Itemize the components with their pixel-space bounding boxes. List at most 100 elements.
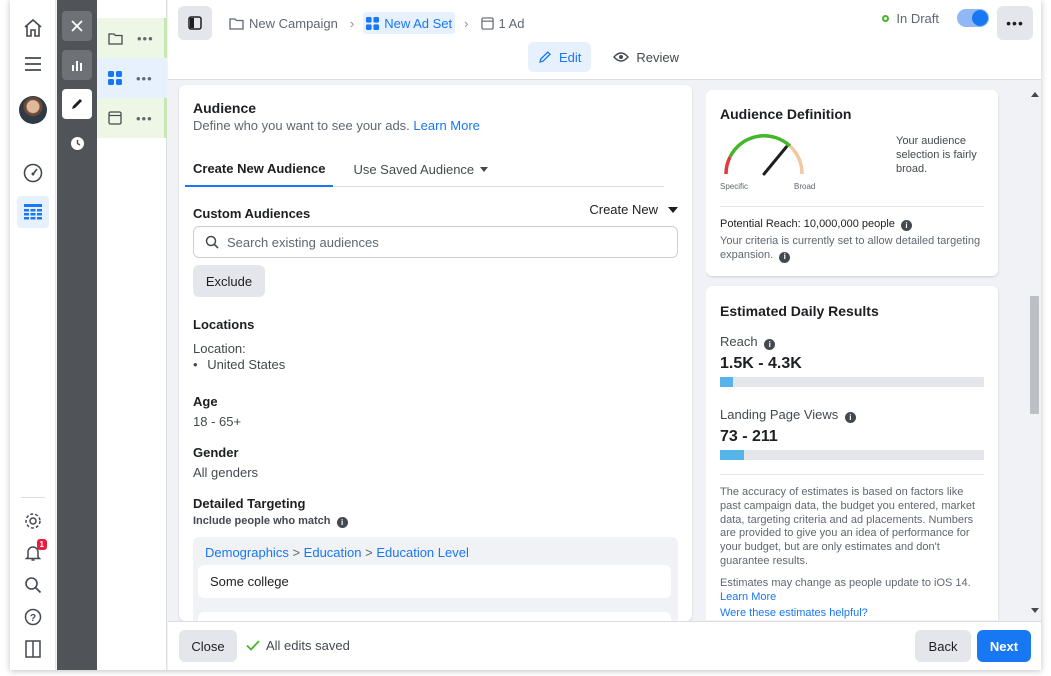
panel-toggle-button[interactable] — [178, 6, 212, 40]
info-icon[interactable]: i — [779, 251, 791, 263]
draft-status-icon — [882, 14, 890, 22]
search-icon — [205, 235, 219, 249]
learn-more-link[interactable]: Learn More — [413, 118, 479, 133]
help-icon[interactable]: ? — [17, 601, 49, 633]
audience-subtitle: Define who you want to see your ads. Lea… — [193, 118, 480, 133]
info-icon[interactable]: i — [336, 517, 348, 528]
tool-column — [57, 0, 97, 670]
svg-text:?: ? — [30, 613, 36, 624]
targeting-education-level[interactable]: Education Level — [376, 545, 469, 560]
next-button[interactable]: Next — [977, 630, 1031, 662]
pencil-icon — [539, 51, 551, 63]
targeting-item[interactable]: Some college — [198, 565, 671, 598]
exclude-button[interactable]: Exclude — [193, 265, 265, 297]
targeting-demographics[interactable]: Demographics — [205, 545, 289, 560]
estimates-disclaimer: The accuracy of estimates is based on fa… — [720, 486, 975, 567]
estimated-results-title: Estimated Daily Results — [720, 303, 879, 319]
campaign-structure: ••• ••• ••• — [97, 0, 167, 670]
scroll-thumb[interactable] — [1030, 296, 1039, 414]
bar-chart-icon[interactable] — [62, 50, 92, 80]
sidebar-icon[interactable] — [17, 633, 49, 665]
grid-icon — [366, 16, 380, 30]
review-label: Review — [636, 49, 680, 65]
ad-row[interactable]: ••• — [97, 98, 167, 138]
lpv-label-text: Landing Page Views — [720, 407, 839, 422]
clock-icon[interactable] — [62, 128, 92, 158]
draft-status-label: In Draft — [896, 10, 939, 26]
gauge-needle — [762, 145, 788, 176]
potential-reach-text: Potential Reach: 10,000,000 people — [720, 218, 895, 230]
edit-button[interactable]: Edit — [528, 42, 592, 72]
reach-bar-fill — [720, 377, 734, 387]
rail-divider — [21, 497, 45, 498]
info-icon[interactable]: i — [844, 412, 856, 423]
scroll-down-icon[interactable] — [1031, 608, 1039, 613]
breadcrumb-ad[interactable]: 1 Ad — [478, 12, 528, 34]
ad-set-more-icon[interactable]: ••• — [136, 71, 153, 86]
caret-down-icon — [480, 166, 489, 172]
location-bullet: • — [193, 357, 198, 372]
folder-icon — [108, 32, 123, 45]
ad-set-row[interactable]: ••• — [97, 58, 167, 98]
draft-toggle[interactable] — [957, 9, 989, 27]
tab-use-saved-audience[interactable]: Use Saved Audience — [345, 151, 496, 187]
include-label: Include people who match i — [193, 515, 348, 528]
lpv-bar-fill — [720, 450, 744, 460]
campaign-more-icon[interactable]: ••• — [137, 31, 154, 46]
checkmark-icon — [246, 640, 260, 651]
reach-label-text: Reach — [720, 334, 758, 349]
targeting-item-partial — [198, 612, 671, 621]
edit-label: Edit — [559, 49, 582, 65]
results-learn-more-link[interactable]: Learn More — [720, 591, 776, 603]
breadcrumb-ad-set[interactable]: New Ad Set — [363, 12, 456, 34]
close-button[interactable]: Close — [179, 630, 237, 662]
scrollbar[interactable] — [1028, 88, 1041, 618]
audience-description: Your audience selection is fairly broad. — [896, 135, 977, 175]
breadcrumb-ad-set-label: New Ad Set — [384, 15, 453, 31]
top-bar: New Campaign › New Ad Set › 1 Ad In Draf… — [168, 0, 1041, 80]
search-icon[interactable] — [17, 569, 49, 601]
menu-icon[interactable] — [17, 48, 49, 80]
search-placeholder: Search existing audiences — [227, 234, 379, 250]
gauge-icon[interactable] — [17, 157, 49, 189]
close-icon[interactable] — [62, 11, 92, 41]
ad-icon — [108, 111, 122, 125]
gender-label: Gender — [193, 445, 239, 460]
lpv-bar — [720, 450, 984, 460]
info-icon[interactable]: i — [900, 220, 912, 231]
table-icon[interactable] — [17, 196, 49, 228]
avatar[interactable] — [17, 94, 49, 126]
ad-more-icon[interactable]: ••• — [136, 111, 153, 126]
create-new-label: Create New — [589, 202, 658, 217]
footer-bar: Close All edits saved Back Next — [168, 621, 1041, 670]
create-new-dropdown[interactable]: Create New — [589, 202, 678, 217]
targeting-breadcrumb: Demographics > Education > Education Lev… — [205, 545, 469, 560]
pencil-icon[interactable] — [62, 89, 92, 119]
back-button[interactable]: Back — [915, 630, 971, 662]
scroll-up-icon[interactable] — [1031, 92, 1039, 97]
search-audiences-input[interactable]: Search existing audiences — [193, 226, 678, 258]
chevron-right-icon: › — [464, 15, 469, 31]
targeting-expansion-text: Your criteria is currently set to allow … — [720, 235, 981, 261]
more-options-button[interactable]: ••• — [997, 6, 1033, 40]
audience-gauge — [724, 134, 804, 176]
mode-switch: Edit Review — [528, 42, 689, 72]
breadcrumb: New Campaign › New Ad Set › 1 Ad — [226, 12, 528, 34]
ios-note: Estimates may change as people update to… — [720, 577, 971, 589]
tab-create-new-label: Create New Audience — [193, 160, 326, 176]
ads-manager-window: 1 ? ••• ••• ••• New Campaign › New Ad Se… — [10, 0, 1041, 670]
home-icon[interactable] — [17, 12, 49, 44]
chevron-right-icon: › — [349, 15, 355, 31]
targeting-education[interactable]: Education — [304, 545, 362, 560]
notifications-button[interactable]: 1 — [17, 537, 49, 569]
breadcrumb-campaign[interactable]: New Campaign — [226, 12, 341, 34]
info-icon[interactable]: i — [764, 339, 776, 350]
review-button[interactable]: Review — [603, 42, 689, 72]
helpful-link[interactable]: Were these estimates helpful? — [720, 607, 868, 619]
settings-icon[interactable] — [17, 505, 49, 537]
detailed-targeting-box: Demographics > Education > Education Lev… — [193, 537, 678, 621]
campaign-row[interactable]: ••• — [97, 18, 167, 58]
save-status: All edits saved — [246, 638, 350, 653]
tab-create-new-audience[interactable]: Create New Audience — [185, 151, 334, 187]
age-value: 18 - 65+ — [193, 414, 242, 429]
